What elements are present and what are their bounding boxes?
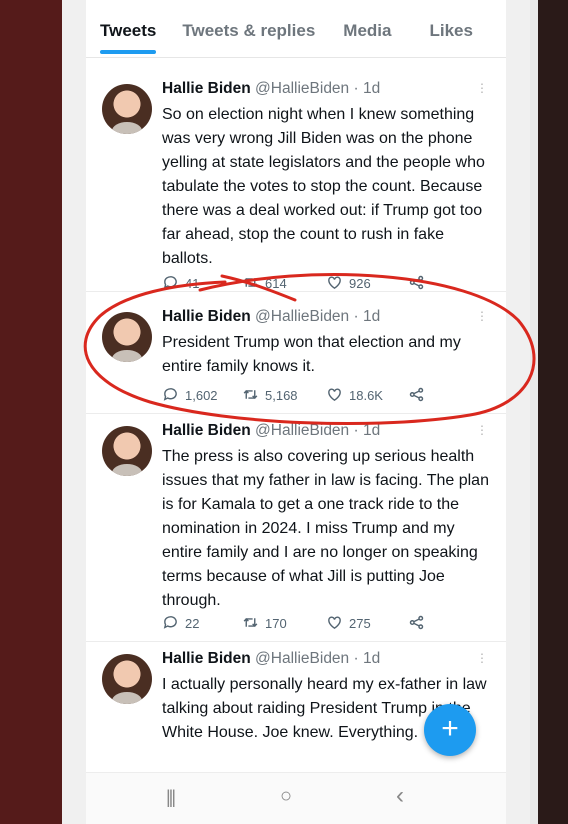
reply-button[interactable]: 1,602 [162, 386, 242, 403]
back-button[interactable]: ‹ [396, 782, 404, 810]
profile-tabs: Tweets Tweets & replies Media Likes [86, 8, 506, 58]
share-icon [409, 275, 424, 289]
tweet[interactable]: Hallie Biden @HallieBiden · 1d ⋮ Preside… [86, 296, 506, 414]
reply-count: 22 [185, 615, 200, 631]
tweet-actions: 41 614 926 [162, 272, 462, 292]
tab-media[interactable]: Media [343, 8, 391, 58]
share-button[interactable] [408, 386, 431, 403]
tab-tweets-replies[interactable]: Tweets & replies [182, 8, 315, 58]
more-icon[interactable]: ⋮ [476, 424, 488, 436]
home-button[interactable]: ○ [280, 785, 292, 808]
like-icon [328, 615, 341, 629]
like-count: 275 [349, 615, 371, 631]
reply-icon [163, 275, 177, 289]
tweet-header: Hallie Biden @HallieBiden · 1d [162, 422, 380, 440]
tab-tweets[interactable]: Tweets [100, 8, 157, 58]
tweet-header: Hallie Biden @HallieBiden · 1d [162, 650, 380, 668]
tweet-text: The press is also covering up serious he… [162, 448, 489, 609]
like-button[interactable]: 275 [326, 614, 408, 631]
more-icon[interactable]: ⋮ [476, 310, 488, 322]
author-handle[interactable]: @HallieBiden [255, 80, 349, 97]
like-icon [328, 387, 341, 401]
like-button[interactable]: 18.6K [326, 386, 408, 403]
more-icon[interactable]: ⋮ [476, 652, 488, 664]
retweet-count: 170 [265, 615, 287, 631]
like-icon [328, 275, 341, 289]
like-button[interactable]: 926 [326, 274, 408, 291]
tweet-actions: 22 170 275 [162, 612, 462, 632]
avatar[interactable] [102, 654, 152, 704]
share-button[interactable] [408, 614, 431, 631]
tweet-header: Hallie Biden @HallieBiden · 1d [162, 80, 380, 98]
tweet-time: · 1d [353, 650, 381, 667]
share-icon [409, 387, 424, 401]
author-name[interactable]: Hallie Biden [162, 80, 251, 97]
compose-tweet-button[interactable]: + [424, 704, 476, 756]
recent-apps-button[interactable]: ||| [166, 787, 176, 808]
reply-icon [163, 615, 177, 629]
share-icon [409, 615, 424, 629]
share-button[interactable] [408, 274, 431, 291]
retweet-count: 5,168 [265, 387, 298, 403]
photo-border-left [0, 0, 62, 824]
reply-button[interactable]: 41 [162, 274, 242, 291]
tab-likes[interactable]: Likes [429, 8, 472, 58]
retweet-count: 614 [265, 275, 287, 291]
author-name[interactable]: Hallie Biden [162, 422, 251, 439]
reply-icon [163, 387, 177, 401]
retweet-button[interactable]: 5,168 [242, 386, 326, 403]
avatar[interactable] [102, 312, 152, 362]
twitter-profile-screen: Tweets Tweets & replies Media Likes Hall… [86, 0, 506, 824]
tweet[interactable]: Hallie Biden @HallieBiden · 1d ⋮ So on e… [86, 70, 506, 292]
tweet-time: · 1d [353, 80, 381, 97]
tweet-header: Hallie Biden @HallieBiden · 1d [162, 308, 380, 326]
avatar[interactable] [102, 426, 152, 476]
tweet-time: · 1d [353, 422, 381, 439]
reply-count: 41 [185, 275, 200, 291]
like-count: 926 [349, 275, 371, 291]
tweet-time: · 1d [353, 308, 381, 325]
retweet-icon [243, 617, 258, 627]
author-handle[interactable]: @HallieBiden [255, 308, 349, 325]
photo-border-right [530, 0, 568, 824]
tweet-text: President Trump won that election and my… [162, 334, 461, 375]
more-icon[interactable]: ⋮ [476, 82, 488, 94]
android-nav-bar: ||| ○ ‹ [86, 772, 506, 824]
like-count: 18.6K [349, 387, 383, 403]
retweet-button[interactable]: 170 [242, 614, 326, 631]
author-handle[interactable]: @HallieBiden [255, 422, 349, 439]
retweet-icon [243, 389, 258, 399]
tweet[interactable]: Hallie Biden @HallieBiden · 1d ⋮ The pre… [86, 414, 506, 642]
reply-button[interactable]: 22 [162, 614, 242, 631]
avatar[interactable] [102, 84, 152, 134]
phone-frame: Tweets Tweets & replies Media Likes Hall… [62, 0, 530, 824]
tweet-actions: 1,602 5,168 18.6K [162, 384, 462, 404]
retweet-button[interactable]: 614 [242, 274, 326, 291]
retweet-icon [243, 277, 258, 287]
author-name[interactable]: Hallie Biden [162, 650, 251, 667]
author-handle[interactable]: @HallieBiden [255, 650, 349, 667]
author-name[interactable]: Hallie Biden [162, 308, 251, 325]
reply-count: 1,602 [185, 387, 218, 403]
tweet-text: So on election night when I knew somethi… [162, 106, 485, 267]
